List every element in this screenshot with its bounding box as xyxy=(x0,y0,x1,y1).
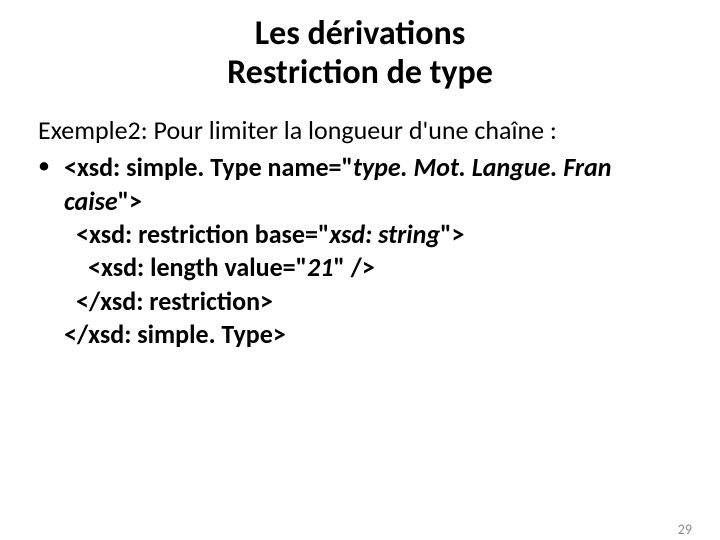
code-line-5: </xsd: restriction> xyxy=(64,285,682,318)
bullet-block: • <xsd: simple. Type name="type. Mot. La… xyxy=(38,151,682,351)
bullet-dot: • xyxy=(38,151,64,184)
code-line-1: <xsd: simple. Type name="type. Mot. Lang… xyxy=(64,151,682,184)
slide-content: Exemple2: Pour limiter la longueur d'une… xyxy=(0,114,720,351)
title-line-1: Les dérivations xyxy=(0,14,720,53)
code-line-3: <xsd: restriction base="xsd: string"> xyxy=(64,218,682,251)
code-line-4: <xsd: length value="21" /> xyxy=(64,251,682,284)
page-number: 29 xyxy=(678,521,692,538)
example-intro: Exemple2: Pour limiter la longueur d'une… xyxy=(38,114,682,147)
slide-title: Les dérivations Restriction de type xyxy=(0,14,720,92)
code-line-6: </xsd: simple. Type> xyxy=(64,318,682,351)
code-line-2: caise"> xyxy=(64,185,682,218)
title-line-2: Restriction de type xyxy=(0,53,720,92)
